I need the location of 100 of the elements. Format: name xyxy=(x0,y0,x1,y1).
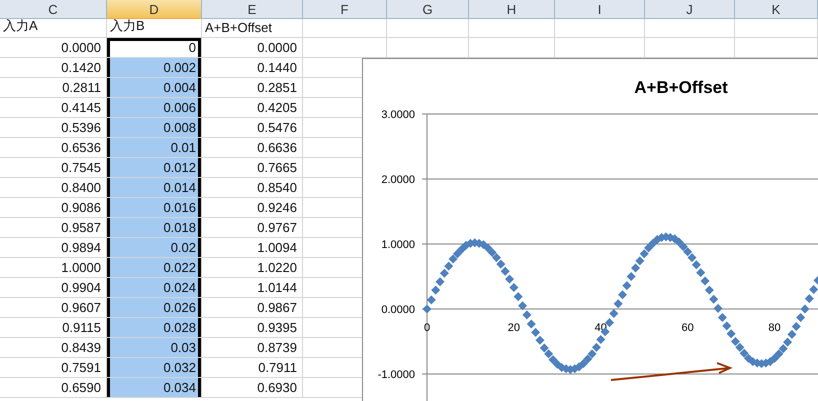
column-header[interactable]: E xyxy=(202,0,303,19)
table-cell[interactable]: 0.008 xyxy=(107,118,202,138)
table-cell[interactable]: 0.032 xyxy=(107,358,202,378)
data-point xyxy=(488,248,497,257)
column-header[interactable]: D xyxy=(107,0,202,19)
data-point xyxy=(640,249,649,258)
column-header[interactable]: F xyxy=(303,0,387,19)
column-header[interactable]: G xyxy=(387,0,469,19)
data-point xyxy=(500,266,510,276)
data-point xyxy=(422,304,432,314)
data-point xyxy=(522,310,532,320)
data-point xyxy=(635,256,644,266)
column-header[interactable]: C xyxy=(0,0,107,19)
data-point xyxy=(531,328,540,337)
data-point xyxy=(509,283,518,292)
data-point xyxy=(740,348,749,358)
table-cell[interactable]: 0.01 xyxy=(107,138,202,158)
data-point xyxy=(783,338,792,347)
column-header[interactable]: J xyxy=(645,0,735,19)
table-cell: 0.9587 xyxy=(0,218,107,238)
data-point xyxy=(726,329,736,338)
data-point xyxy=(704,286,714,295)
table-cell: 0.2851 xyxy=(202,78,303,98)
data-point xyxy=(518,301,528,310)
table-cell: 0.0000 xyxy=(0,38,107,58)
data-point xyxy=(622,281,632,290)
table-cell[interactable]: 0.03 xyxy=(107,338,202,358)
table-cell: 0.5396 xyxy=(0,118,107,138)
table-cell: 0.4145 xyxy=(0,98,107,118)
data-point xyxy=(452,249,462,258)
table-cell: A+B+Offset xyxy=(202,19,303,38)
axis-label: 3.0000 xyxy=(381,109,415,121)
data-point xyxy=(618,290,627,300)
table-cell: 0.9607 xyxy=(0,298,107,318)
data-point xyxy=(683,247,692,256)
table-cell[interactable]: 0.014 xyxy=(107,178,202,198)
column-header[interactable]: I xyxy=(555,0,645,19)
data-point xyxy=(596,335,606,344)
table-cell[interactable]: 0.034 xyxy=(107,378,202,398)
data-point xyxy=(792,322,801,332)
data-point xyxy=(696,268,706,278)
data-point xyxy=(800,304,810,314)
table-cell: 0.6536 xyxy=(0,138,107,158)
table-cell[interactable]: 0.002 xyxy=(107,58,202,78)
axis-label: 60 xyxy=(682,322,694,334)
data-point xyxy=(735,342,744,352)
table-cell[interactable]: 0.006 xyxy=(107,98,202,118)
table-cell[interactable]: 0.018 xyxy=(107,218,202,238)
table-cell: 0.7665 xyxy=(202,158,303,178)
data-point xyxy=(544,349,554,358)
column-header[interactable]: H xyxy=(469,0,555,19)
data-point xyxy=(604,318,614,328)
data-point xyxy=(505,274,514,284)
table-cell: 0.2811 xyxy=(0,78,107,98)
table-cell: 入力B xyxy=(107,19,202,38)
table-cell: 0.0000 xyxy=(202,38,303,58)
table-cell: 1.0220 xyxy=(202,258,303,278)
data-point xyxy=(648,238,658,248)
data-point xyxy=(709,294,718,304)
data-point xyxy=(444,262,454,271)
table-cell[interactable]: 0.022 xyxy=(107,258,202,278)
data-point xyxy=(778,344,788,354)
table-cell: 0.1420 xyxy=(0,58,107,78)
table-cell: 0.9904 xyxy=(0,278,107,298)
data-point xyxy=(774,349,784,358)
table-cell[interactable]: 0.016 xyxy=(107,198,202,218)
axis-label: 1.0000 xyxy=(381,239,415,251)
axis-label: 0.0000 xyxy=(381,304,415,316)
table-cell[interactable]: 0.012 xyxy=(107,158,202,178)
table-cell[interactable]: 0.024 xyxy=(107,278,202,298)
data-point xyxy=(426,295,436,304)
table-cell[interactable]: 0.004 xyxy=(107,78,202,98)
table-cell: 0.5476 xyxy=(202,118,303,138)
data-point xyxy=(631,264,640,273)
data-point xyxy=(440,268,449,278)
table-cell: 0.6590 xyxy=(0,378,107,398)
table-cell: 0.8439 xyxy=(0,338,107,358)
table-cell: 1.0094 xyxy=(202,238,303,258)
table-cell[interactable]: 0 xyxy=(107,38,202,58)
table-cell[interactable]: 0.028 xyxy=(107,318,202,338)
data-point xyxy=(796,312,806,322)
data-point xyxy=(770,354,780,363)
table-cell: 0.9395 xyxy=(202,318,303,338)
table-cell[interactable]: 0.02 xyxy=(107,238,202,258)
data-point xyxy=(483,243,492,252)
table-cell: 0.9086 xyxy=(0,198,107,218)
data-point xyxy=(436,277,445,286)
chart-title: A+B+Offset xyxy=(634,78,728,97)
table-cell: 0.9894 xyxy=(0,238,107,258)
table-cell: 0.7591 xyxy=(0,358,107,378)
data-point xyxy=(678,242,688,252)
data-point xyxy=(457,244,466,254)
axis-label: 80 xyxy=(768,322,781,334)
table-cell[interactable]: 0.026 xyxy=(107,298,202,318)
axis-label: -1.0000 xyxy=(378,369,415,381)
column-header[interactable]: K xyxy=(735,0,818,19)
data-point xyxy=(718,312,727,322)
axis-label: 20 xyxy=(508,322,520,334)
data-point xyxy=(588,349,597,358)
axis-label: 2.0000 xyxy=(381,174,415,186)
